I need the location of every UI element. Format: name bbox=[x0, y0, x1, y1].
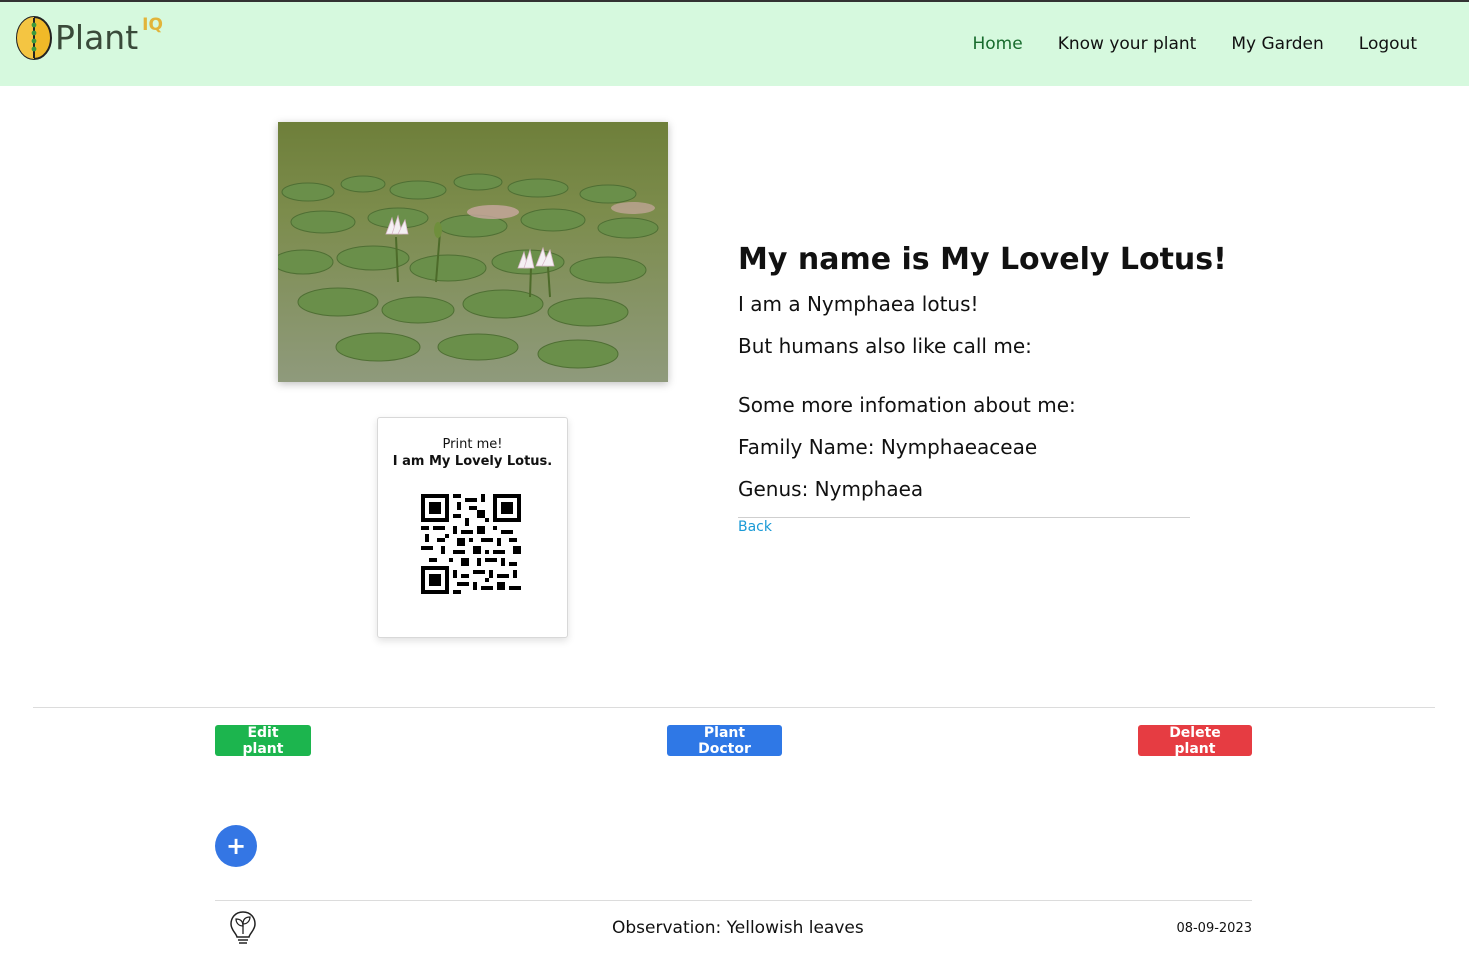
species-line: I am a Nymphaea lotus! bbox=[738, 292, 979, 316]
lotus-pond-image bbox=[278, 122, 668, 382]
observation-date: 08-09-2023 bbox=[1176, 921, 1252, 936]
delete-plant-button[interactable]: Delete plant bbox=[1138, 725, 1252, 757]
nav-home[interactable]: Home bbox=[973, 34, 1023, 54]
observation-divider bbox=[215, 900, 1252, 901]
add-observation-button[interactable]: + bbox=[215, 825, 257, 867]
back-link[interactable]: Back bbox=[738, 519, 772, 535]
sprout-bulb-icon bbox=[230, 911, 256, 944]
qr-print-label: Print me! bbox=[442, 437, 503, 452]
plant-title: My name is My Lovely Lotus! bbox=[738, 242, 1227, 277]
nav-know-your-plant[interactable]: Know your plant bbox=[1058, 34, 1197, 54]
info-divider bbox=[738, 517, 1190, 518]
logo-superscript: IQ bbox=[142, 15, 163, 35]
plant-info: My name is My Lovely Lotus! I am a Nymph… bbox=[738, 238, 1227, 535]
logo[interactable]: Plant IQ bbox=[15, 15, 163, 61]
qr-plant-label: I am My Lovely Lotus. bbox=[392, 454, 553, 469]
qr-print-card[interactable]: Print me! I am My Lovely Lotus. bbox=[377, 417, 568, 638]
nav-logout[interactable]: Logout bbox=[1359, 34, 1417, 54]
observation-text: Observation: Yellowish leaves bbox=[612, 918, 864, 938]
genus-line: Genus: Nymphaea bbox=[738, 477, 924, 501]
family-line: Family Name: Nymphaeaceae bbox=[738, 435, 1038, 459]
section-divider bbox=[33, 707, 1435, 708]
logo-mark-icon bbox=[16, 16, 52, 60]
navbar: Plant IQ Home Know your plant My Garden … bbox=[0, 2, 1469, 86]
qr-code-icon bbox=[421, 494, 521, 594]
main-nav: Home Know your plant My Garden Logout bbox=[938, 34, 1418, 54]
plant-doctor-button[interactable]: Plant Doctor bbox=[667, 725, 782, 757]
plant-photo bbox=[278, 122, 668, 382]
edit-plant-button[interactable]: Edit plant bbox=[215, 725, 311, 757]
common-names-line: But humans also like call me: bbox=[738, 334, 1032, 358]
more-info-line: Some more infomation about me: bbox=[738, 393, 1076, 417]
logo-text: Plant bbox=[55, 18, 139, 57]
nav-my-garden[interactable]: My Garden bbox=[1231, 34, 1323, 54]
